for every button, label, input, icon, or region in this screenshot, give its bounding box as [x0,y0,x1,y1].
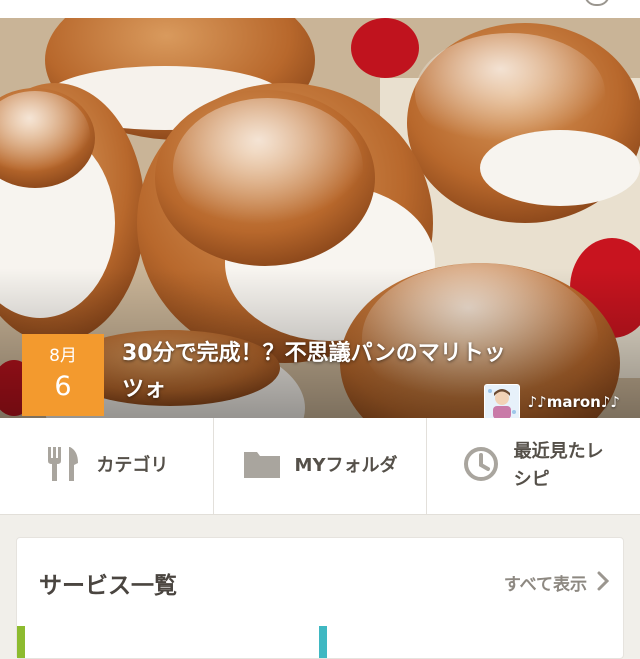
nav-category[interactable]: カテゴリ [0,418,213,514]
author-avatar [483,384,520,418]
author[interactable]: ♪♪maron♪♪ [483,384,620,418]
service-list-panel: サービス一覧 すべて表示 [16,537,624,659]
service-list-title: サービス一覧 [39,573,177,599]
date-badge: 8月 6 [22,334,104,416]
nav-my-folder[interactable]: MYフォルダ [212,418,427,514]
service-tile-green[interactable] [17,626,25,658]
nav-category-label: カテゴリ [96,455,169,476]
view-all-label: すべて表示 [503,575,587,595]
date-month: 8月 [49,346,77,366]
fork-knife-icon [44,445,82,487]
view-all-link[interactable]: すべて表示 [503,570,610,595]
date-day: 6 [54,371,72,402]
service-tile-teal[interactable] [319,626,327,658]
menu-icon[interactable] [584,0,610,6]
nav-recent-recipes[interactable]: 最近見たレシピ [426,418,640,514]
nav-recent-recipes-label: 最近見たレシピ [513,441,604,490]
top-strip [0,0,640,18]
featured-recipe-banner[interactable]: 8月 6 30分で完成！？不思議パンのマリトッツォ ♪♪maron♪♪ [0,18,640,418]
author-name: ♪♪maron♪♪ [527,393,620,411]
chevron-right-icon [597,571,610,595]
quick-nav: カテゴリ MYフォルダ 最近見たレシピ [0,418,640,515]
folder-icon [243,448,281,484]
recipe-title[interactable]: 30分で完成！？不思議パンのマリトッツォ [122,336,522,408]
clock-icon [462,445,500,487]
nav-my-folder-label: MYフォルダ [294,455,398,476]
